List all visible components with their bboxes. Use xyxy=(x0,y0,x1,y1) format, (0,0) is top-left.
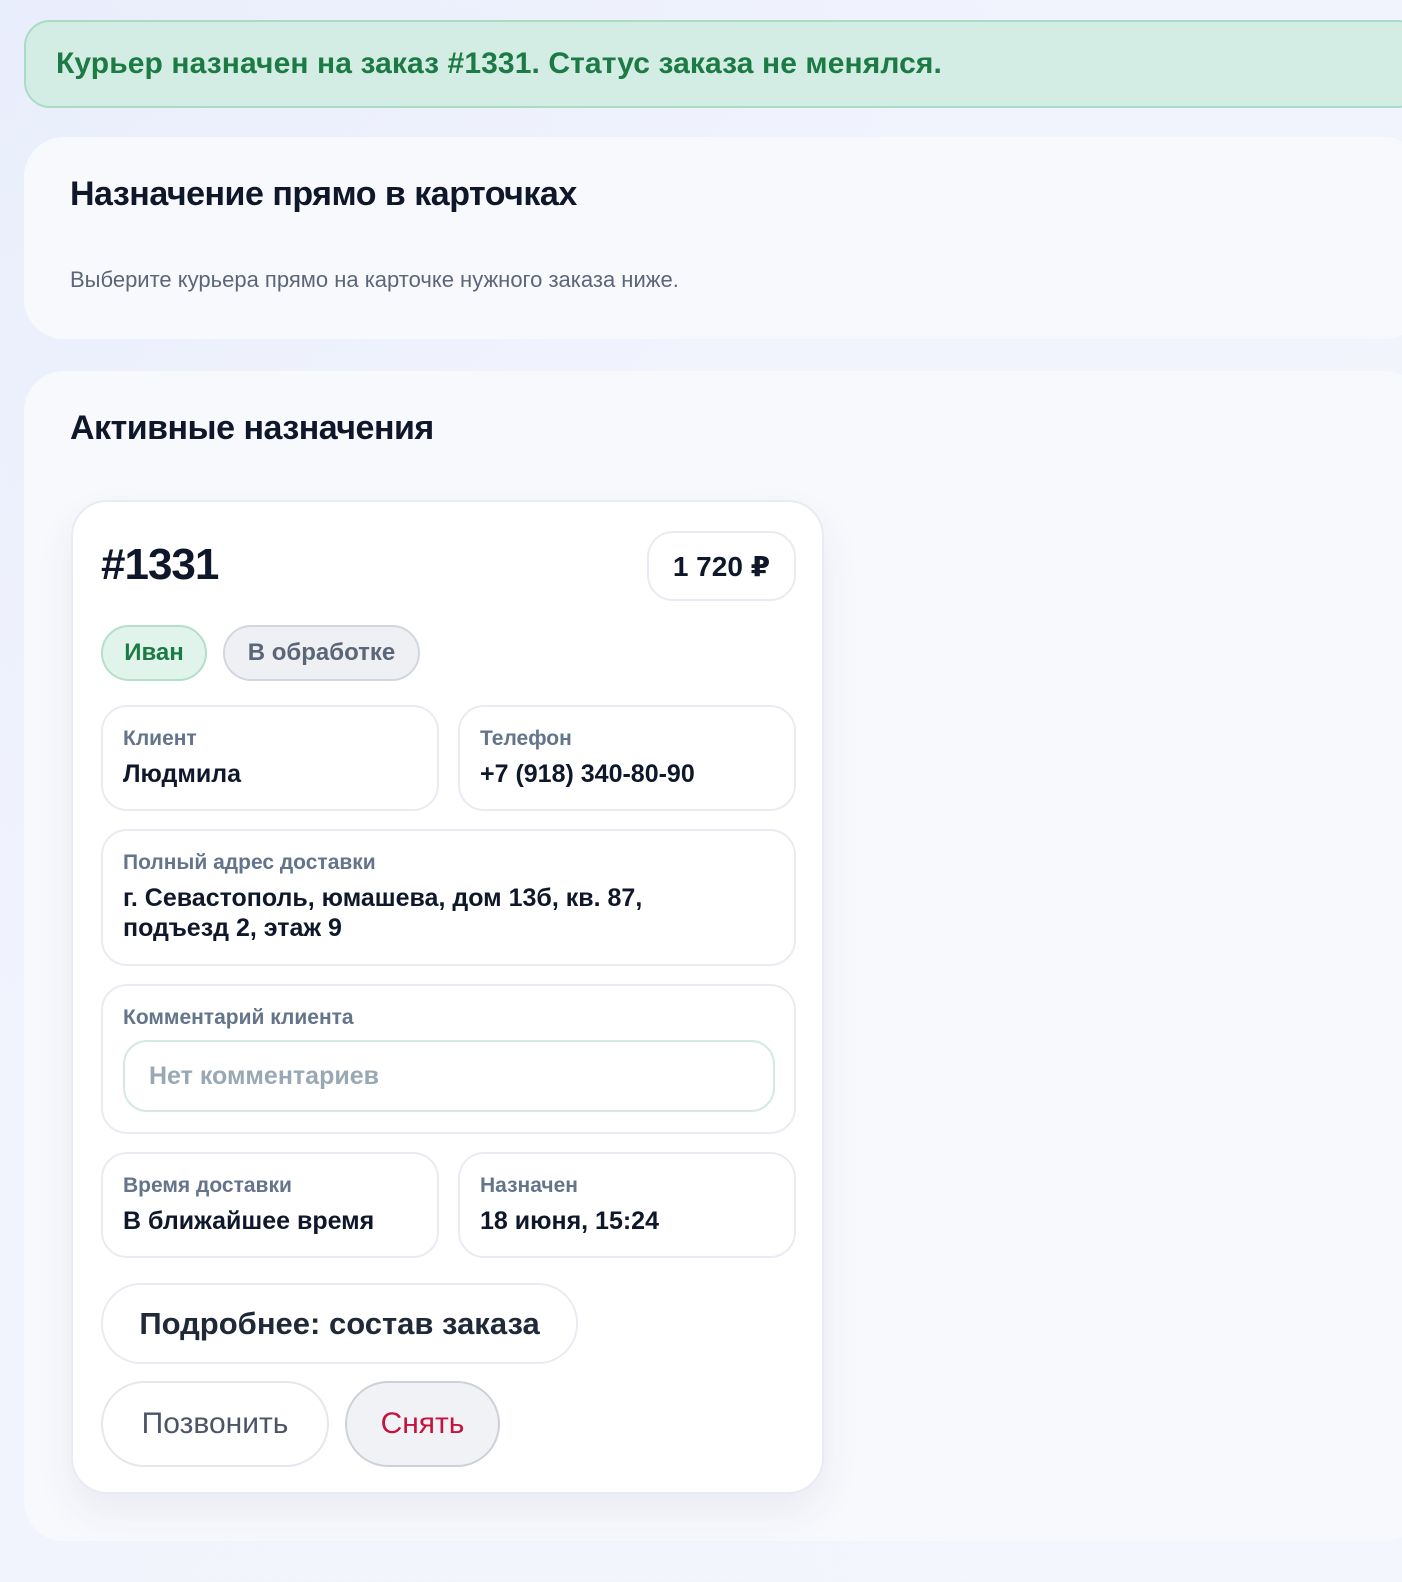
address-label: Полный адрес доставки xyxy=(123,851,376,874)
comment-field: Комментарий клиента Нет комментариев xyxy=(101,984,796,1134)
call-button[interactable]: Позвонить xyxy=(101,1381,329,1467)
assigned-value: 18 июня, 15:24 xyxy=(480,1207,659,1235)
comment-input[interactable]: Нет комментариев xyxy=(123,1040,775,1112)
order-price-badge: 1 720 ₽ xyxy=(647,531,796,601)
delivery-time-label: Время доставки xyxy=(123,1174,292,1197)
success-alert: Курьер назначен на заказ #1331. Статус з… xyxy=(24,20,1402,108)
assigned-label: Назначен xyxy=(480,1174,578,1197)
phone-value: +7 (918) 340-80-90 xyxy=(480,760,695,788)
active-assignments-panel: Активные назначения #1331 1 720 ₽ Иван В… xyxy=(24,371,1402,1541)
client-value: Людмила xyxy=(123,760,242,788)
active-panel-title: Активные назначения xyxy=(70,409,434,447)
delivery-time-field: Время доставки В ближайшее время xyxy=(101,1152,439,1258)
order-number: #1331 xyxy=(101,540,219,589)
order-details-button[interactable]: Подробнее: состав заказа xyxy=(101,1283,578,1364)
status-chip: В обработке xyxy=(223,625,420,681)
courier-chip: Иван xyxy=(101,625,207,681)
comment-label: Комментарий клиента xyxy=(123,1006,354,1029)
assign-panel-title: Назначение прямо в карточках xyxy=(70,175,577,213)
assigned-field: Назначен 18 июня, 15:24 xyxy=(458,1152,796,1258)
phone-label: Телефон xyxy=(480,727,572,750)
delivery-time-value: В ближайшее время xyxy=(123,1207,375,1235)
assign-in-cards-panel: Назначение прямо в карточках Выберите ку… xyxy=(24,137,1402,339)
phone-field: Телефон +7 (918) 340-80-90 xyxy=(458,705,796,811)
address-field: Полный адрес доставки г. Севастополь, юм… xyxy=(101,829,796,966)
unassign-button[interactable]: Снять xyxy=(345,1381,500,1467)
alert-message: Курьер назначен на заказ #1331. Статус з… xyxy=(56,47,942,80)
address-value: г. Севастополь, юмашева, дом 13б, кв. 87… xyxy=(123,884,643,942)
order-card: #1331 1 720 ₽ Иван В обработке Клиент Лю… xyxy=(71,500,824,1494)
assign-panel-subtitle: Выберите курьера прямо на карточке нужно… xyxy=(70,267,679,292)
client-label: Клиент xyxy=(123,727,197,750)
client-field: Клиент Людмила xyxy=(101,705,439,811)
